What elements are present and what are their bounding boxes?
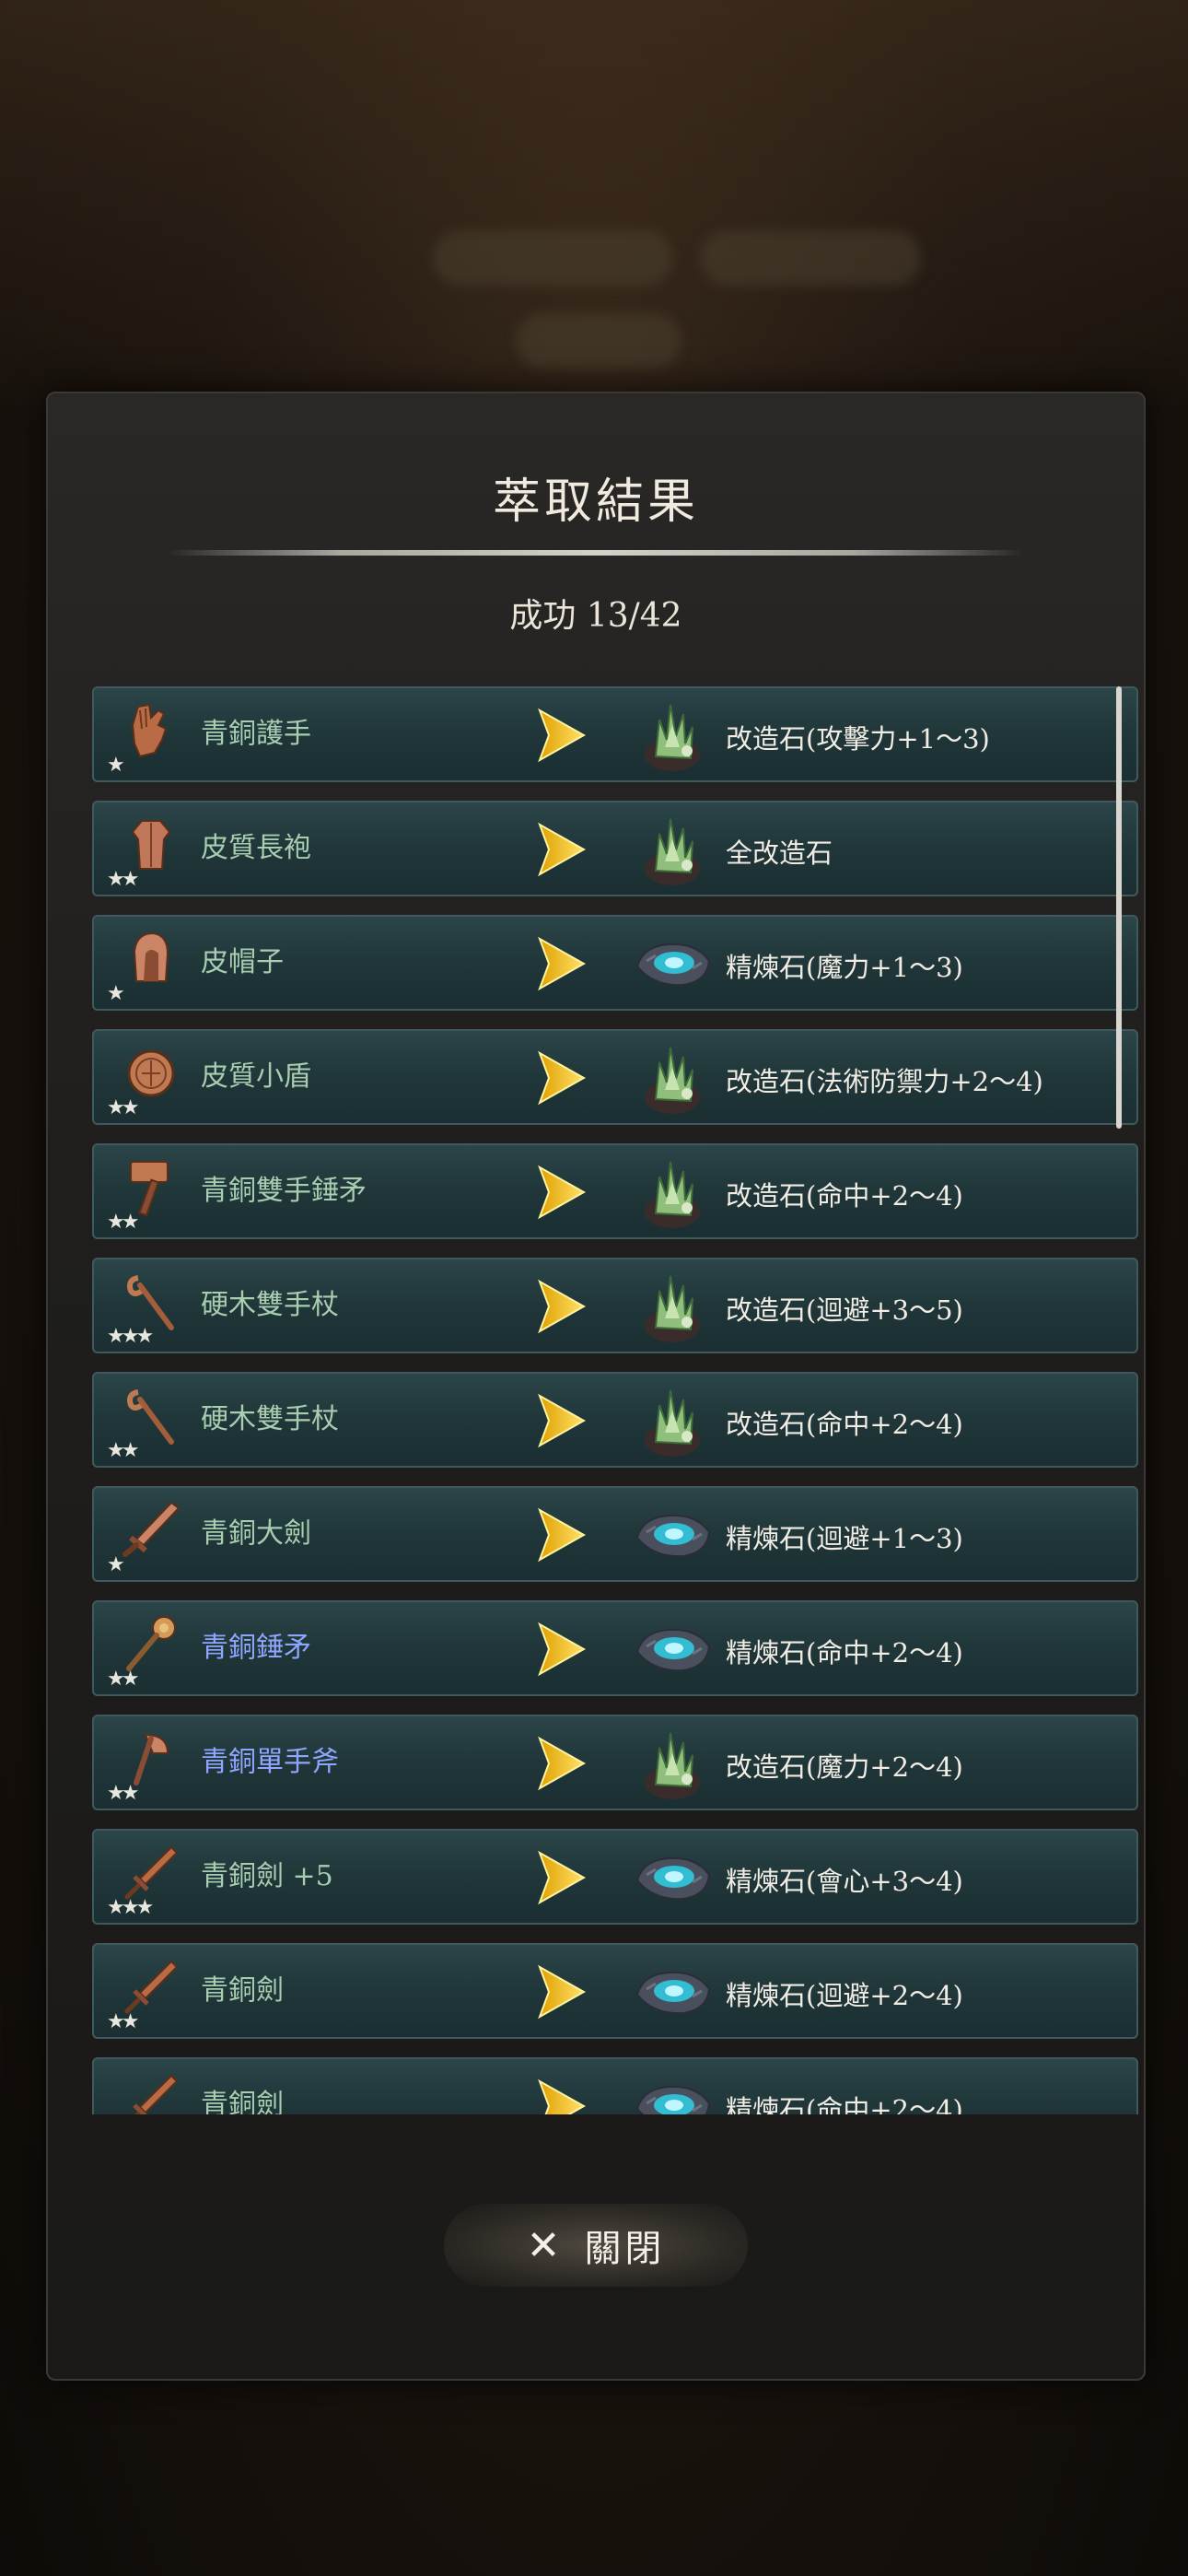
item-name: 青銅錘矛 — [201, 1632, 311, 1664]
result-text: 精煉石(命中+2～4) — [726, 1637, 963, 1669]
green-crystal-icon — [628, 1149, 716, 1237]
rarity-stars: ★★★ — [107, 1896, 154, 1919]
item-name: 青銅雙手錘矛 — [201, 1175, 367, 1207]
list-scrollbar[interactable] — [1116, 686, 1122, 1129]
rarity-stars: ★★ — [107, 2010, 140, 2033]
green-crystal-icon — [628, 1263, 716, 1352]
result-row[interactable]: ★★★ 青銅劍 +5 精煉石(會心+3～4) — [92, 1829, 1138, 1925]
rarity-stars: ★★ — [107, 868, 140, 891]
greatsword-icon — [118, 1497, 184, 1563]
result-row[interactable]: ★★★ 硬木雙手杖 改造石(迴避+3～5) — [92, 1258, 1138, 1353]
item-name: 皮質長袍 — [201, 832, 311, 864]
result-text: 精煉石(迴避+1～3) — [726, 1523, 963, 1554]
rarity-stars: ★ — [107, 754, 125, 777]
rarity-stars: ★★ — [107, 1782, 140, 1805]
result-row[interactable]: ★ 青銅護手 改造石(攻擊力+1～3) — [92, 686, 1138, 782]
hood-icon — [118, 926, 184, 992]
rarity-stars: ★ — [107, 1553, 125, 1576]
arrow-right-icon — [534, 1505, 589, 1565]
gauntlet-icon — [118, 697, 184, 764]
item-name: 青銅劍 +5 — [201, 1860, 333, 1892]
green-crystal-icon — [628, 1720, 716, 1809]
result-row[interactable]: ★★ 硬木雙手杖 改造石(命中+2～4) — [92, 1372, 1138, 1468]
arrow-right-icon — [534, 1162, 589, 1223]
blue-ore-icon — [628, 1492, 716, 1580]
result-row[interactable]: ★★ 青銅雙手錘矛 改造石(命中+2～4) — [92, 1143, 1138, 1239]
rarity-stars: ★★ — [107, 1668, 140, 1691]
item-name: 青銅護手 — [201, 718, 311, 750]
extraction-result-dialog: 萃取結果 成功 13/42 ★ 青銅護手 改造石(攻擊力+1～3) ★★ 皮質長袍 全改造… — [46, 392, 1146, 2381]
rarity-stars: ★ — [107, 982, 125, 1005]
arrow-right-icon — [534, 1276, 589, 1337]
result-row[interactable]: ★ 青銅大劍 精煉石(迴避+1～3) — [92, 1486, 1138, 1582]
green-crystal-icon — [628, 1377, 716, 1466]
item-name: 青銅單手斧 — [201, 1746, 339, 1778]
close-icon: ✕ — [526, 2221, 561, 2269]
result-text: 改造石(迴避+3～5) — [726, 1294, 963, 1326]
arrow-right-icon — [534, 2076, 589, 2114]
item-name: 青銅大劍 — [201, 1517, 311, 1550]
result-text: 改造石(命中+2～4) — [726, 1409, 963, 1440]
item-name: 硬木雙手杖 — [201, 1403, 339, 1435]
background-button — [516, 313, 681, 369]
success-count: 成功 13/42 — [509, 597, 682, 635]
rarity-stars: ★★ — [107, 1211, 140, 1234]
title-divider — [168, 550, 1024, 556]
result-text: 全改造石 — [726, 837, 833, 869]
arrow-right-icon — [534, 1733, 589, 1794]
arrow-right-icon — [534, 1619, 589, 1680]
close-button-label: 關閉 — [584, 2228, 666, 2270]
arrow-right-icon — [534, 705, 589, 766]
result-text: 改造石(法術防禦力+2～4) — [726, 1066, 1043, 1097]
result-row[interactable]: ★★ 皮質小盾 改造石(法術防禦力+2～4) — [92, 1029, 1138, 1125]
blue-ore-icon — [628, 2063, 716, 2114]
result-text: 精煉石(迴避+2～4) — [726, 1980, 963, 2011]
close-button[interactable]: ✕ 關閉 — [444, 2204, 748, 2287]
result-text: 改造石(攻擊力+1～3) — [726, 723, 990, 755]
arrow-right-icon — [534, 1048, 589, 1108]
arrow-right-icon — [534, 1961, 589, 2022]
arrow-right-icon — [534, 1390, 589, 1451]
result-text: 改造石(命中+2～4) — [726, 1180, 963, 1212]
arrow-right-icon — [534, 933, 589, 994]
result-row[interactable]: ★★ 青銅單手斧 改造石(魔力+2～4) — [92, 1715, 1138, 1810]
green-crystal-icon — [628, 1035, 716, 1123]
arrow-right-icon — [534, 819, 589, 880]
item-name: 青銅劍 — [201, 2089, 284, 2114]
result-list[interactable]: ★ 青銅護手 改造石(攻擊力+1～3) ★★ 皮質長袍 全改造石 ★ 皮帽子 精煉石(魔力+1～… — [92, 686, 1153, 2114]
result-row[interactable]: ★ 皮帽子 精煉石(魔力+1～3) — [92, 915, 1138, 1011]
rarity-stars: ★★ — [107, 1439, 140, 1462]
blue-ore-icon — [628, 920, 716, 1009]
result-row[interactable]: ★★ 青銅劍 精煉石(迴避+2～4) — [92, 1943, 1138, 2039]
rarity-stars: ★★★ — [107, 1325, 154, 1348]
result-text: 精煉石(會心+3～4) — [726, 1866, 963, 1897]
green-crystal-icon — [628, 806, 716, 895]
result-row[interactable]: ★★ 皮質長袍 全改造石 — [92, 801, 1138, 896]
rarity-stars: ★★ — [107, 1096, 140, 1119]
result-row[interactable]: ★★青銅劍精煉石(命中+2～4) — [92, 2057, 1138, 2114]
item-name: 青銅劍 — [201, 1974, 284, 2007]
blue-ore-icon — [628, 1606, 716, 1694]
item-name: 皮帽子 — [201, 946, 284, 978]
green-crystal-icon — [628, 692, 716, 780]
background-tab — [433, 230, 672, 286]
background-tab — [700, 230, 921, 286]
result-text: 改造石(魔力+2～4) — [726, 1751, 963, 1783]
arrow-right-icon — [534, 1847, 589, 1908]
result-text: 精煉石(命中+2～4) — [726, 2094, 963, 2114]
result-text: 精煉石(魔力+1～3) — [726, 952, 963, 983]
item-name: 皮質小盾 — [201, 1060, 311, 1093]
result-row[interactable]: ★★ 青銅錘矛 精煉石(命中+2～4) — [92, 1600, 1138, 1696]
blue-ore-icon — [628, 1949, 716, 2037]
dialog-title: 萃取結果 — [492, 474, 699, 530]
item-name: 硬木雙手杖 — [201, 1289, 339, 1321]
blue-ore-icon — [628, 1834, 716, 1923]
sword-icon — [118, 2068, 184, 2114]
